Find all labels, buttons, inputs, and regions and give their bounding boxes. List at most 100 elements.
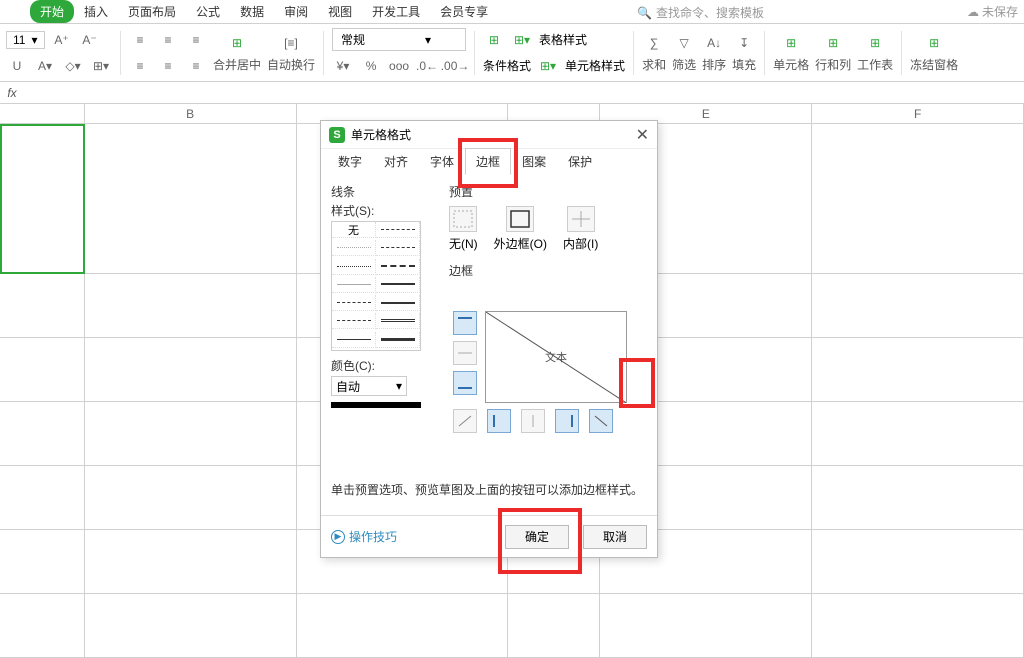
cell[interactable] [812,402,1024,466]
cell[interactable] [85,338,297,402]
tab-start[interactable]: 开始 [30,0,74,23]
cell[interactable] [812,274,1024,338]
decrease-font-icon[interactable]: A⁻ [79,29,101,51]
align-bottom-icon[interactable]: ≡ [185,29,207,51]
cloud-status[interactable]: 未保存 [967,3,1018,20]
comma-style-icon[interactable]: ooo [388,55,410,77]
cell[interactable] [297,594,509,658]
cond-fmt-icon[interactable]: ⊞ [483,29,505,51]
dlg-tab-protect[interactable]: 保护 [557,148,603,175]
cell[interactable] [85,402,297,466]
cell[interactable] [600,594,812,658]
line-style-none[interactable]: 无 [332,222,376,238]
border-icon[interactable]: ⊞▾ [90,55,112,77]
tab-dev-tools[interactable]: 开发工具 [362,0,430,23]
line-style-opt[interactable] [332,295,376,311]
align-middle-icon[interactable]: ≡ [157,29,179,51]
fill[interactable]: ↧填充 [732,32,756,73]
preset-outer-button[interactable] [506,206,534,232]
close-icon[interactable]: ✕ [636,125,649,145]
preset-none-button[interactable] [449,206,477,232]
tab-view[interactable]: 视图 [318,0,362,23]
selected-cell[interactable] [0,124,85,274]
cell[interactable] [85,466,297,530]
fill-color-icon[interactable]: ◇▾ [62,55,84,77]
tab-review[interactable]: 审阅 [274,0,318,23]
table-style-icon[interactable]: ⊞▾ [511,29,533,51]
align-right-icon[interactable]: ≡ [185,55,207,77]
cell[interactable] [0,466,85,530]
col-header-blank[interactable] [0,104,85,124]
tips-link[interactable]: 操作技巧 [331,528,397,545]
align-center-icon[interactable]: ≡ [157,55,179,77]
col-header-b[interactable]: B [85,104,297,124]
dlg-tab-number[interactable]: 数字 [327,148,373,175]
line-style-opt[interactable] [376,332,420,348]
col-header-f[interactable]: F [812,104,1024,124]
border-left-button[interactable] [487,409,511,433]
line-style-opt[interactable] [376,259,420,275]
line-color-combo[interactable]: 自动▾ [331,376,407,396]
filter[interactable]: ▽筛选 [672,32,696,73]
formula-input[interactable] [24,83,1024,103]
tab-data[interactable]: 数据 [230,0,274,23]
wrap-text[interactable]: [≡] 自动换行 [267,32,315,73]
cell[interactable] [85,594,297,658]
cell-style-icon[interactable]: ⊞▾ [537,55,559,77]
cell[interactable] [812,466,1024,530]
dlg-tab-border[interactable]: 边框 [465,148,511,175]
command-search[interactable]: 🔍 查找命令、搜索模板 [637,4,764,21]
sort[interactable]: A↓排序 [702,32,726,73]
cell[interactable] [0,274,85,338]
increase-decimal-icon[interactable]: .00→ [444,55,466,77]
border-diag-up-button[interactable] [453,409,477,433]
line-style-opt[interactable] [332,240,376,256]
percent-icon[interactable]: % [360,55,382,77]
dlg-tab-font[interactable]: 字体 [419,148,465,175]
cell[interactable] [85,274,297,338]
currency-icon[interactable]: ¥▾ [332,55,354,77]
font-color-icon[interactable]: A▾ [34,55,56,77]
dlg-tab-pattern[interactable]: 图案 [511,148,557,175]
line-style-opt[interactable] [376,313,420,329]
line-style-opt[interactable] [376,222,420,238]
cell[interactable] [85,124,297,274]
underline-icon[interactable]: U [6,55,28,77]
line-style-opt[interactable] [332,332,376,348]
line-style-opt[interactable] [332,313,376,329]
cell[interactable] [0,338,85,402]
border-preview[interactable]: 文本 [485,311,627,403]
line-style-opt[interactable] [376,277,420,293]
border-top-button[interactable] [453,311,477,335]
cell[interactable] [508,594,600,658]
ok-button[interactable]: 确定 [505,525,569,549]
line-style-opt[interactable] [376,295,420,311]
cell[interactable] [812,530,1024,594]
cancel-button[interactable]: 取消 [583,525,647,549]
decrease-decimal-icon[interactable]: .0← [416,55,438,77]
cells[interactable]: ⊞单元格 [773,32,809,73]
dialog-titlebar[interactable]: S 单元格格式 ✕ [321,121,657,149]
line-style-list[interactable]: 无 [331,221,421,351]
merge-center[interactable]: ⊞ 合并居中 [213,32,261,73]
font-size-combo[interactable]: 11▾ [6,31,45,49]
cell[interactable] [0,530,85,594]
cell[interactable] [812,124,1024,274]
line-style-opt[interactable] [376,240,420,256]
dlg-tab-align[interactable]: 对齐 [373,148,419,175]
tab-page-layout[interactable]: 页面布局 [118,0,186,23]
border-middle-h-button[interactable] [453,341,477,365]
line-style-opt[interactable] [332,259,376,275]
fx-label[interactable]: fx [0,86,24,100]
align-left-icon[interactable]: ≡ [129,55,151,77]
cell[interactable] [0,402,85,466]
number-format-combo[interactable]: 常规▾ [332,28,466,51]
cell[interactable] [812,594,1024,658]
line-style-opt[interactable] [332,277,376,293]
preset-inner-button[interactable] [567,206,595,232]
sum[interactable]: ∑求和 [642,32,666,73]
cell[interactable] [812,338,1024,402]
align-top-icon[interactable]: ≡ [129,29,151,51]
freeze-panes[interactable]: ⊞冻结窗格 [910,32,958,73]
cell[interactable] [85,530,297,594]
